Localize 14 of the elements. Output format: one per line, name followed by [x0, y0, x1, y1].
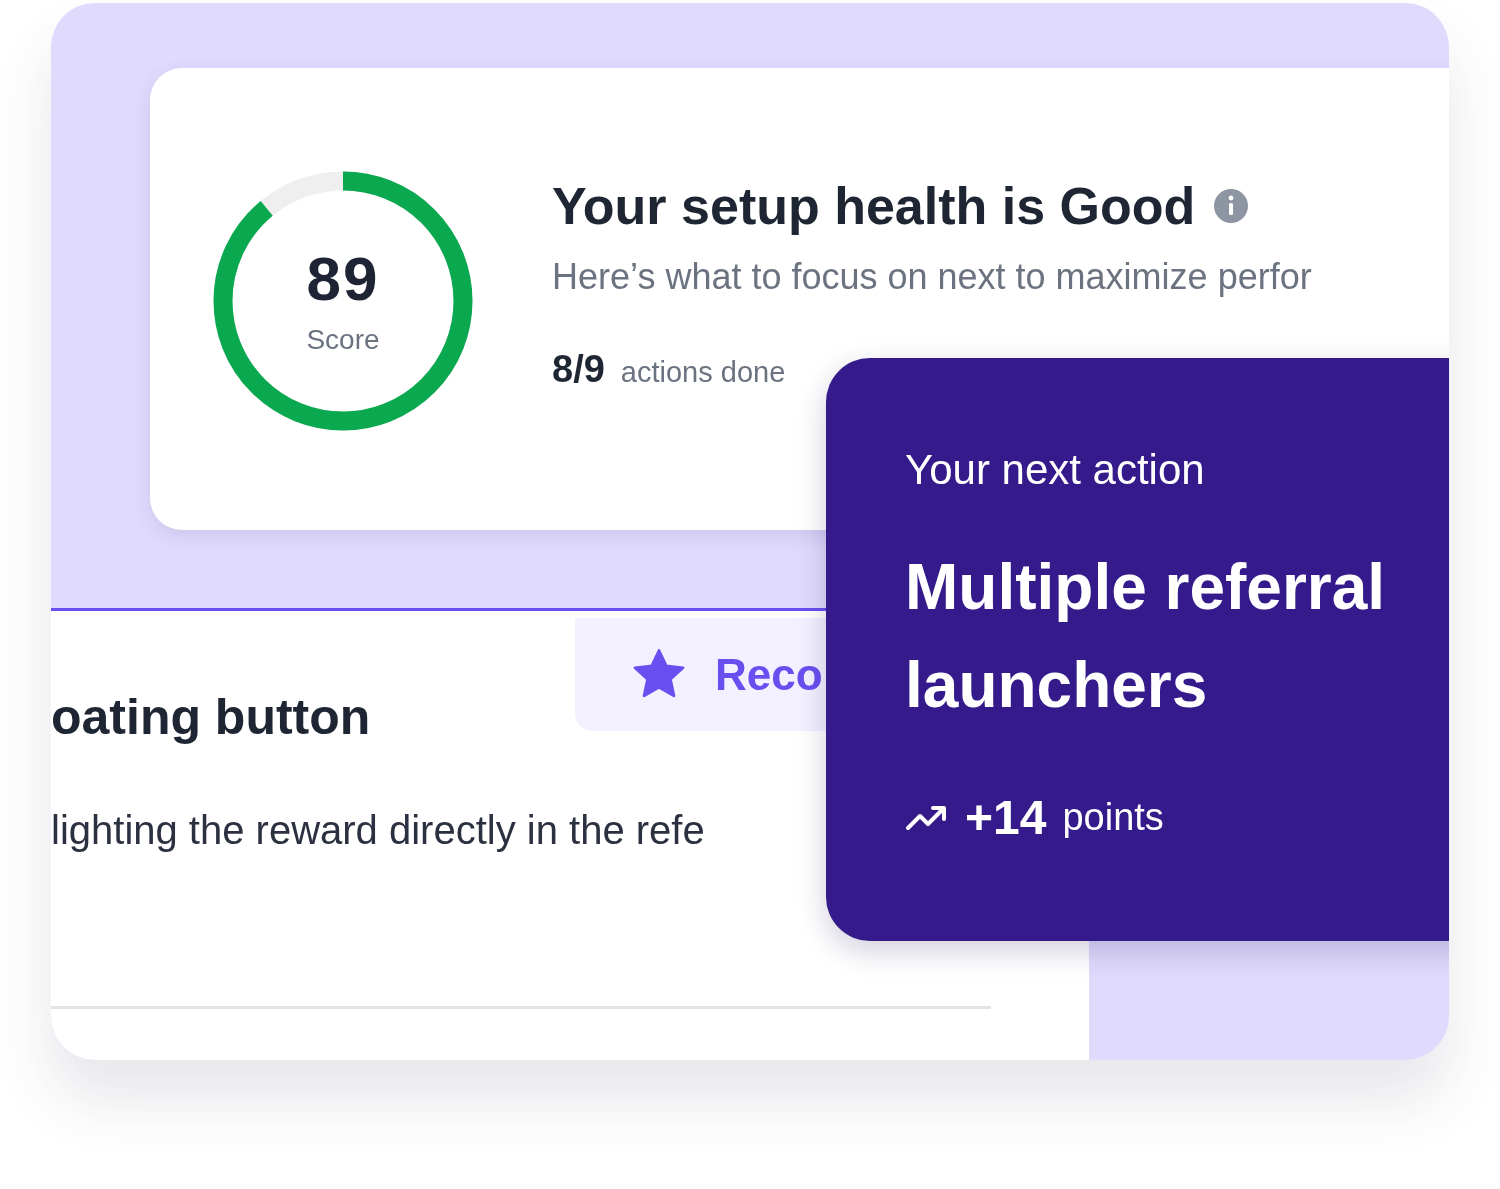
info-icon[interactable]	[1213, 188, 1250, 224]
points-value: +14	[965, 790, 1047, 845]
points-label: points	[1062, 796, 1164, 839]
recommendation-description: lighting the reward directly in the refe	[51, 808, 705, 853]
health-subtitle: Here’s what to focus on next to maximize perfor	[552, 256, 1312, 298]
recommendation-title: oating button	[51, 688, 371, 746]
next-action-title: Multiple referral launchers	[905, 550, 1387, 723]
star-icon	[633, 648, 685, 697]
score-label: Score	[306, 324, 380, 356]
health-title: Your setup health is Good	[552, 176, 1196, 236]
next-action-heading: Your next action	[905, 446, 1206, 494]
actions-label: actions done	[620, 356, 786, 389]
actions-count: 8/9	[552, 348, 605, 391]
score-value: 89	[306, 243, 380, 314]
